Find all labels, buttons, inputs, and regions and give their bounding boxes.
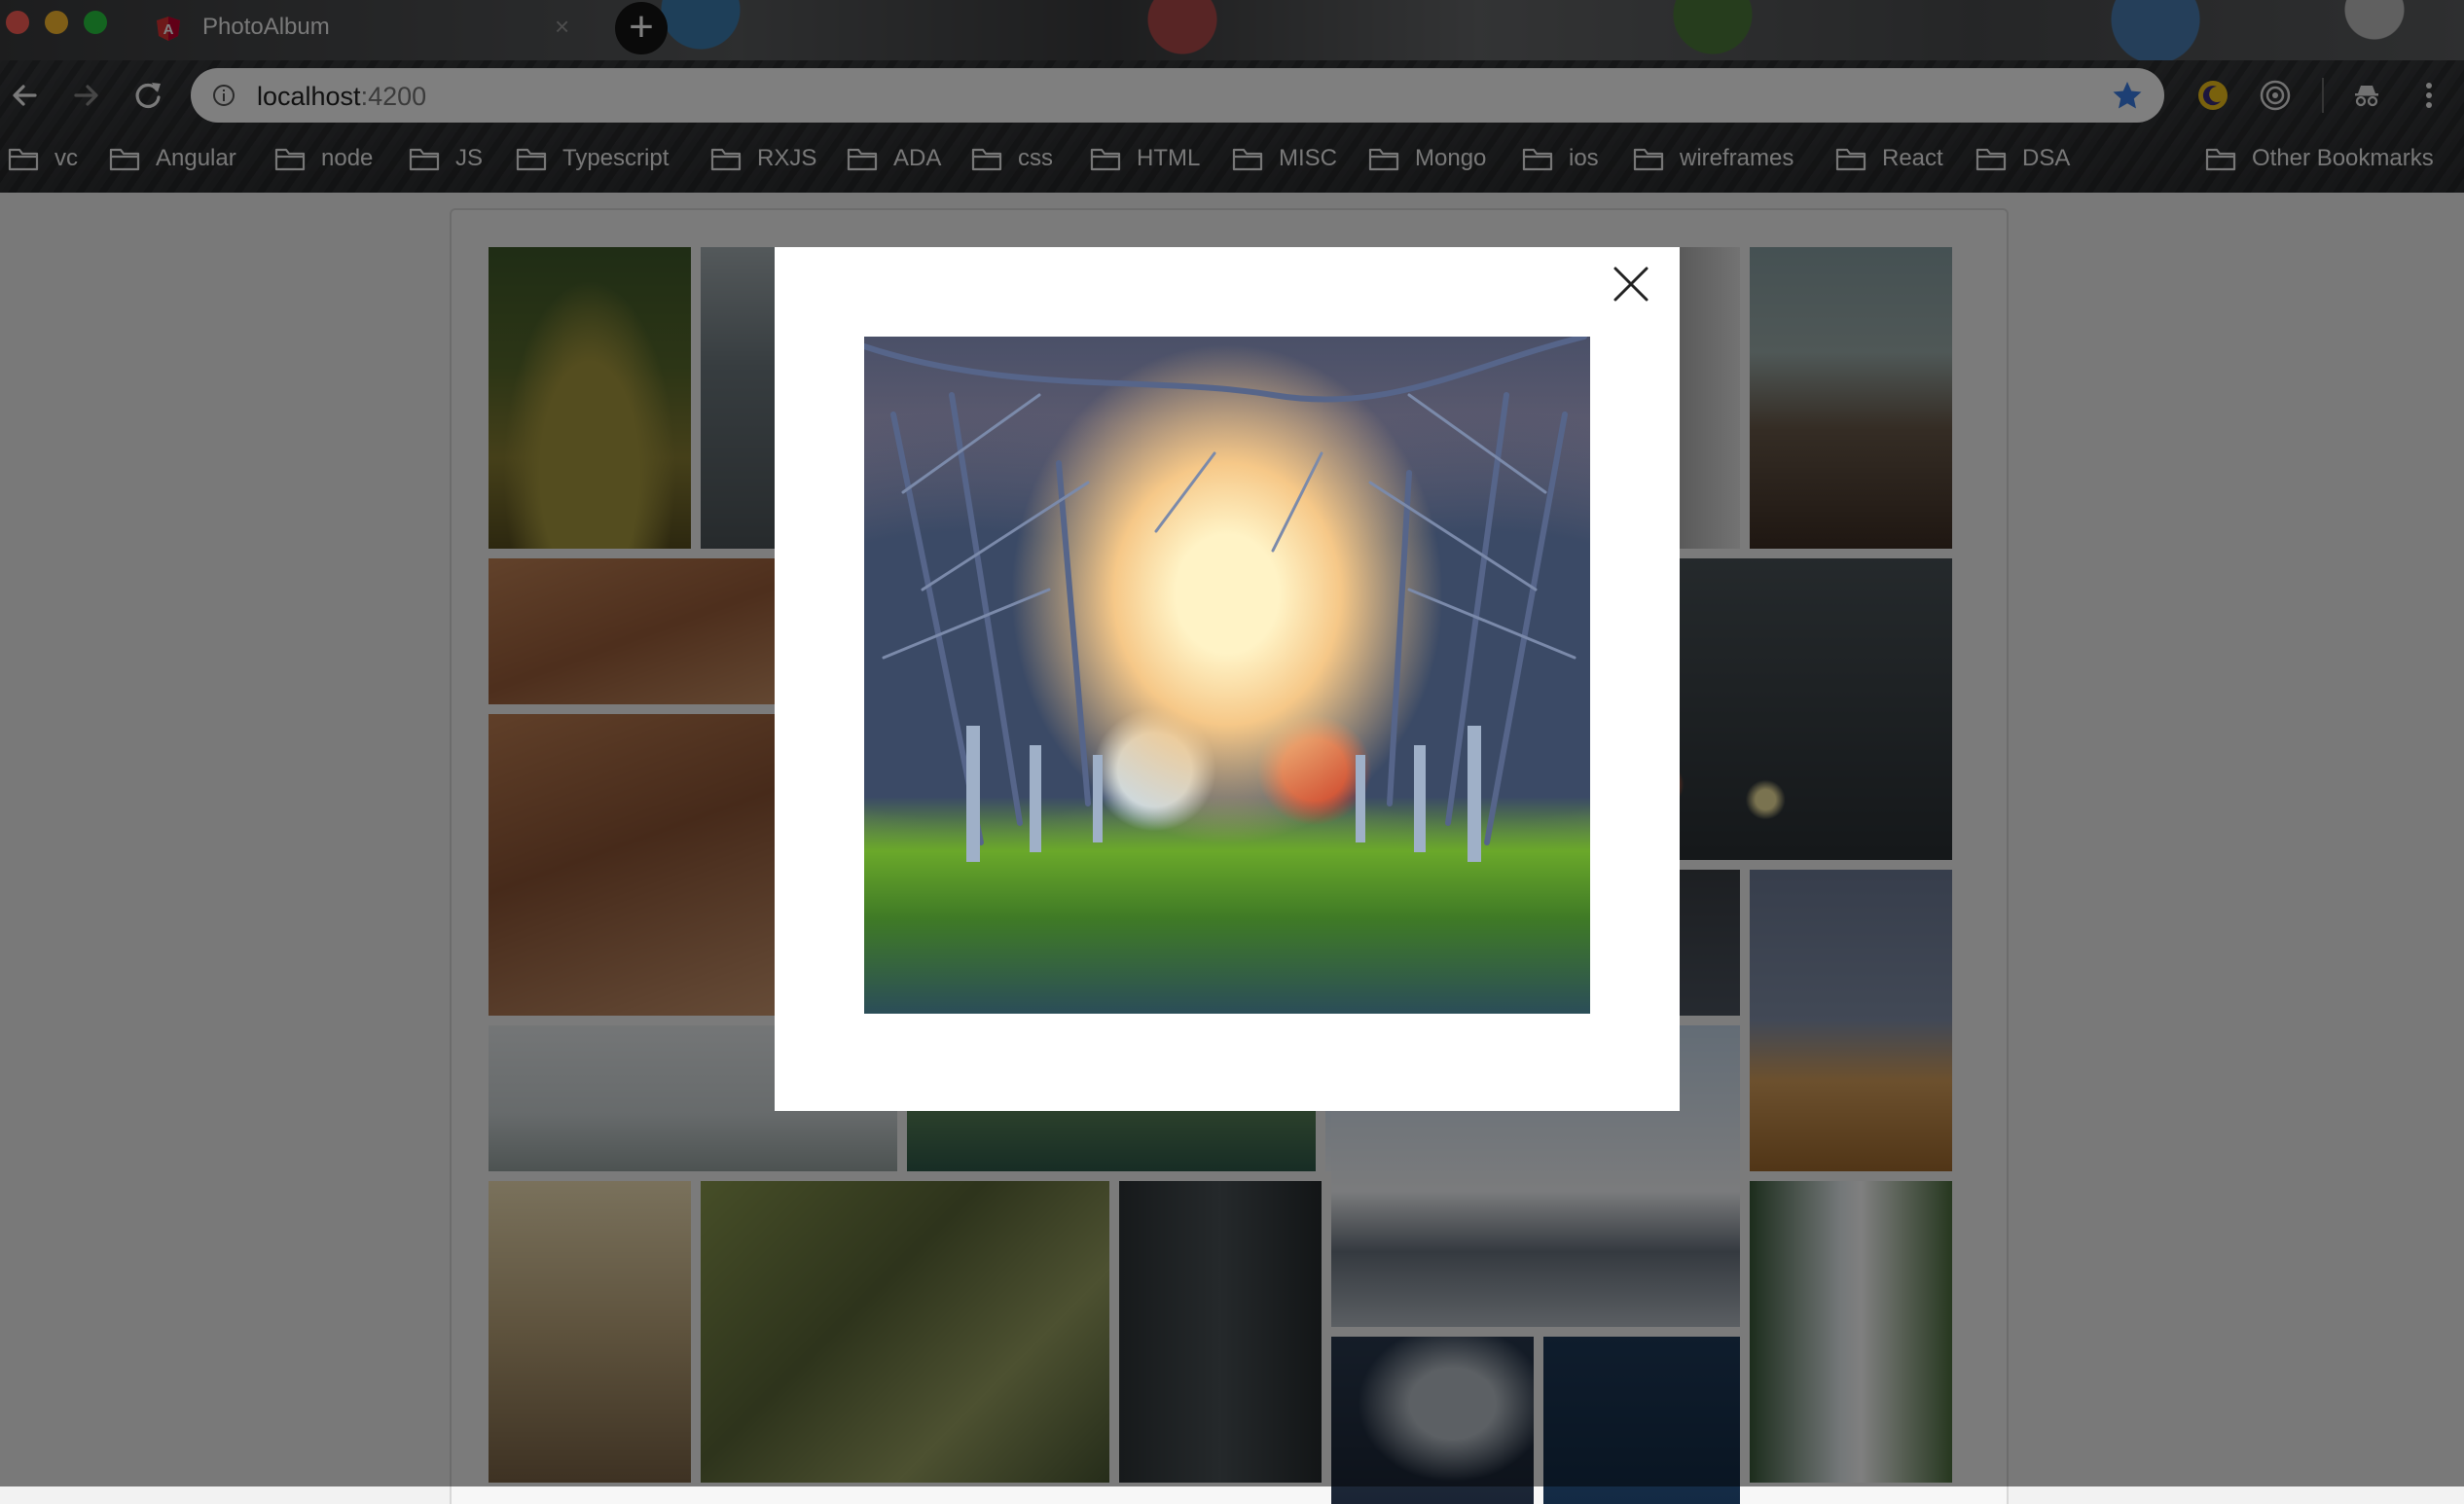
close-icon[interactable] <box>1612 265 1650 304</box>
modal-photo <box>864 337 1590 1014</box>
photo-modal <box>775 247 1680 1111</box>
orchard-branches-illustration <box>864 337 1587 862</box>
